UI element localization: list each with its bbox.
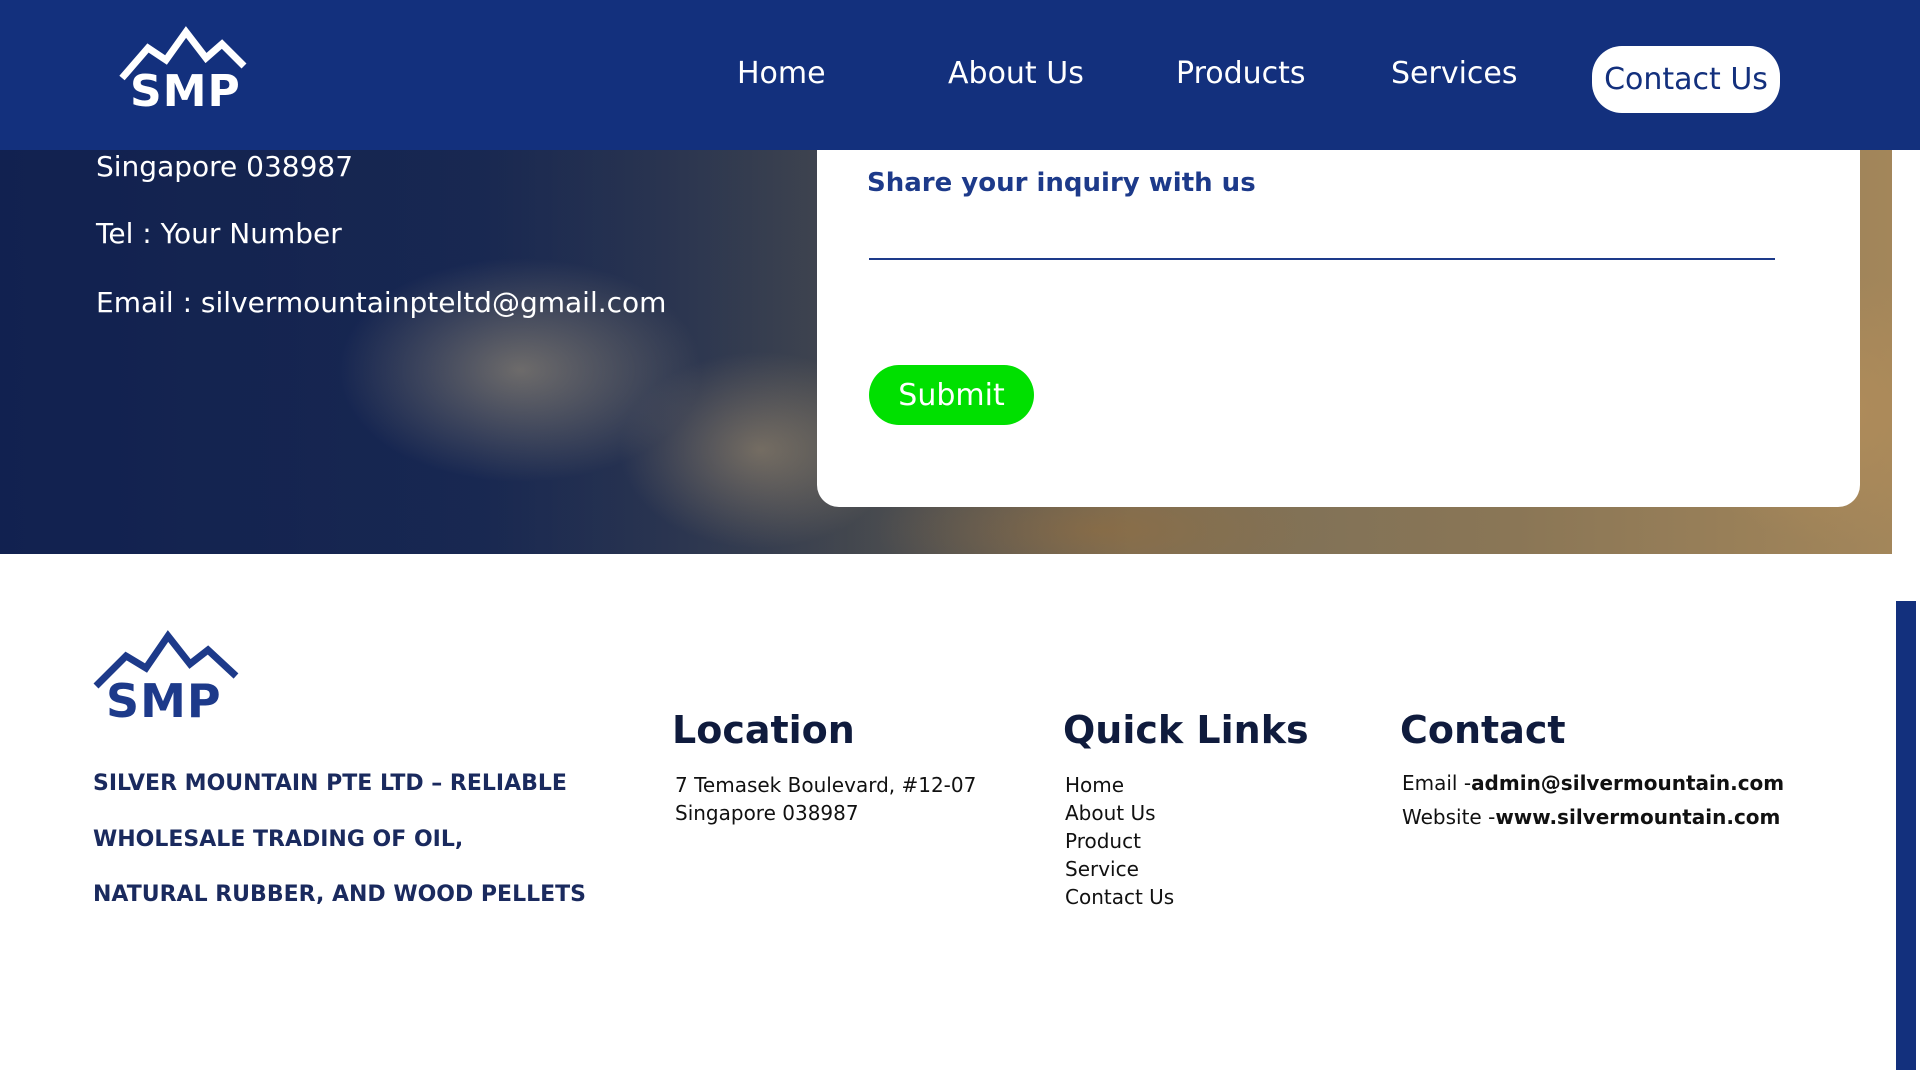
nav-home[interactable]: Home [737, 56, 826, 91]
contact-website-label: Website - [1402, 805, 1496, 829]
contact-email-value[interactable]: admin@silvermountain.com [1471, 771, 1784, 795]
contact-hero-section: Singapore 038987 Tel : Your Number Email… [0, 150, 1892, 554]
contact-email-label: Email - [1402, 771, 1472, 795]
inquiry-form: Share your inquiry with us Submit [817, 150, 1860, 507]
logo-text: SMP [130, 66, 241, 117]
nav-contact-us-button[interactable]: Contact Us [1592, 46, 1780, 113]
inquiry-label: Share your inquiry with us [867, 168, 1256, 198]
site-header: SMP Home About Us Products Services Cont… [0, 0, 1920, 150]
location-heading: Location [672, 708, 855, 752]
quick-link-about-us[interactable]: About Us [1065, 801, 1156, 825]
contact-website: Website -www.silvermountain.com [1402, 805, 1780, 829]
quick-link-product[interactable]: Product [1065, 829, 1141, 853]
hero-tel: Tel : Your Number [96, 217, 342, 250]
quick-link-home[interactable]: Home [1065, 773, 1124, 797]
nav-products[interactable]: Products [1176, 56, 1306, 91]
scrollbar[interactable] [1896, 601, 1916, 1070]
logo[interactable]: SMP [118, 26, 248, 117]
nav-services[interactable]: Services [1391, 56, 1518, 91]
footer-logo[interactable]: SMP [92, 630, 242, 730]
company-tagline-line-2: WHOLESALE TRADING OF OIL, [93, 827, 464, 852]
footer-logo-text: SMP [106, 674, 222, 728]
nav-about-us[interactable]: About Us [948, 56, 1084, 91]
company-tagline-line-3: NATURAL RUBBER, AND WOOD PELLETS [93, 882, 587, 907]
inquiry-input[interactable] [869, 258, 1775, 260]
contact-heading: Contact [1400, 708, 1566, 752]
contact-email: Email -admin@silvermountain.com [1402, 771, 1784, 795]
location-line-1: 7 Temasek Boulevard, #12-07 [675, 773, 977, 797]
quick-links-heading: Quick Links [1063, 708, 1309, 752]
hero-address: Singapore 038987 [96, 150, 354, 183]
submit-button[interactable]: Submit [869, 365, 1034, 425]
hero-email: Email : silvermountainpteltd@gmail.com [96, 286, 667, 319]
location-line-2: Singapore 038987 [675, 801, 859, 825]
quick-link-service[interactable]: Service [1065, 857, 1139, 881]
contact-website-value[interactable]: www.silvermountain.com [1495, 805, 1780, 829]
company-tagline-line-1: SILVER MOUNTAIN PTE LTD – RELIABLE [93, 771, 567, 796]
quick-link-contact-us[interactable]: Contact Us [1065, 885, 1174, 909]
